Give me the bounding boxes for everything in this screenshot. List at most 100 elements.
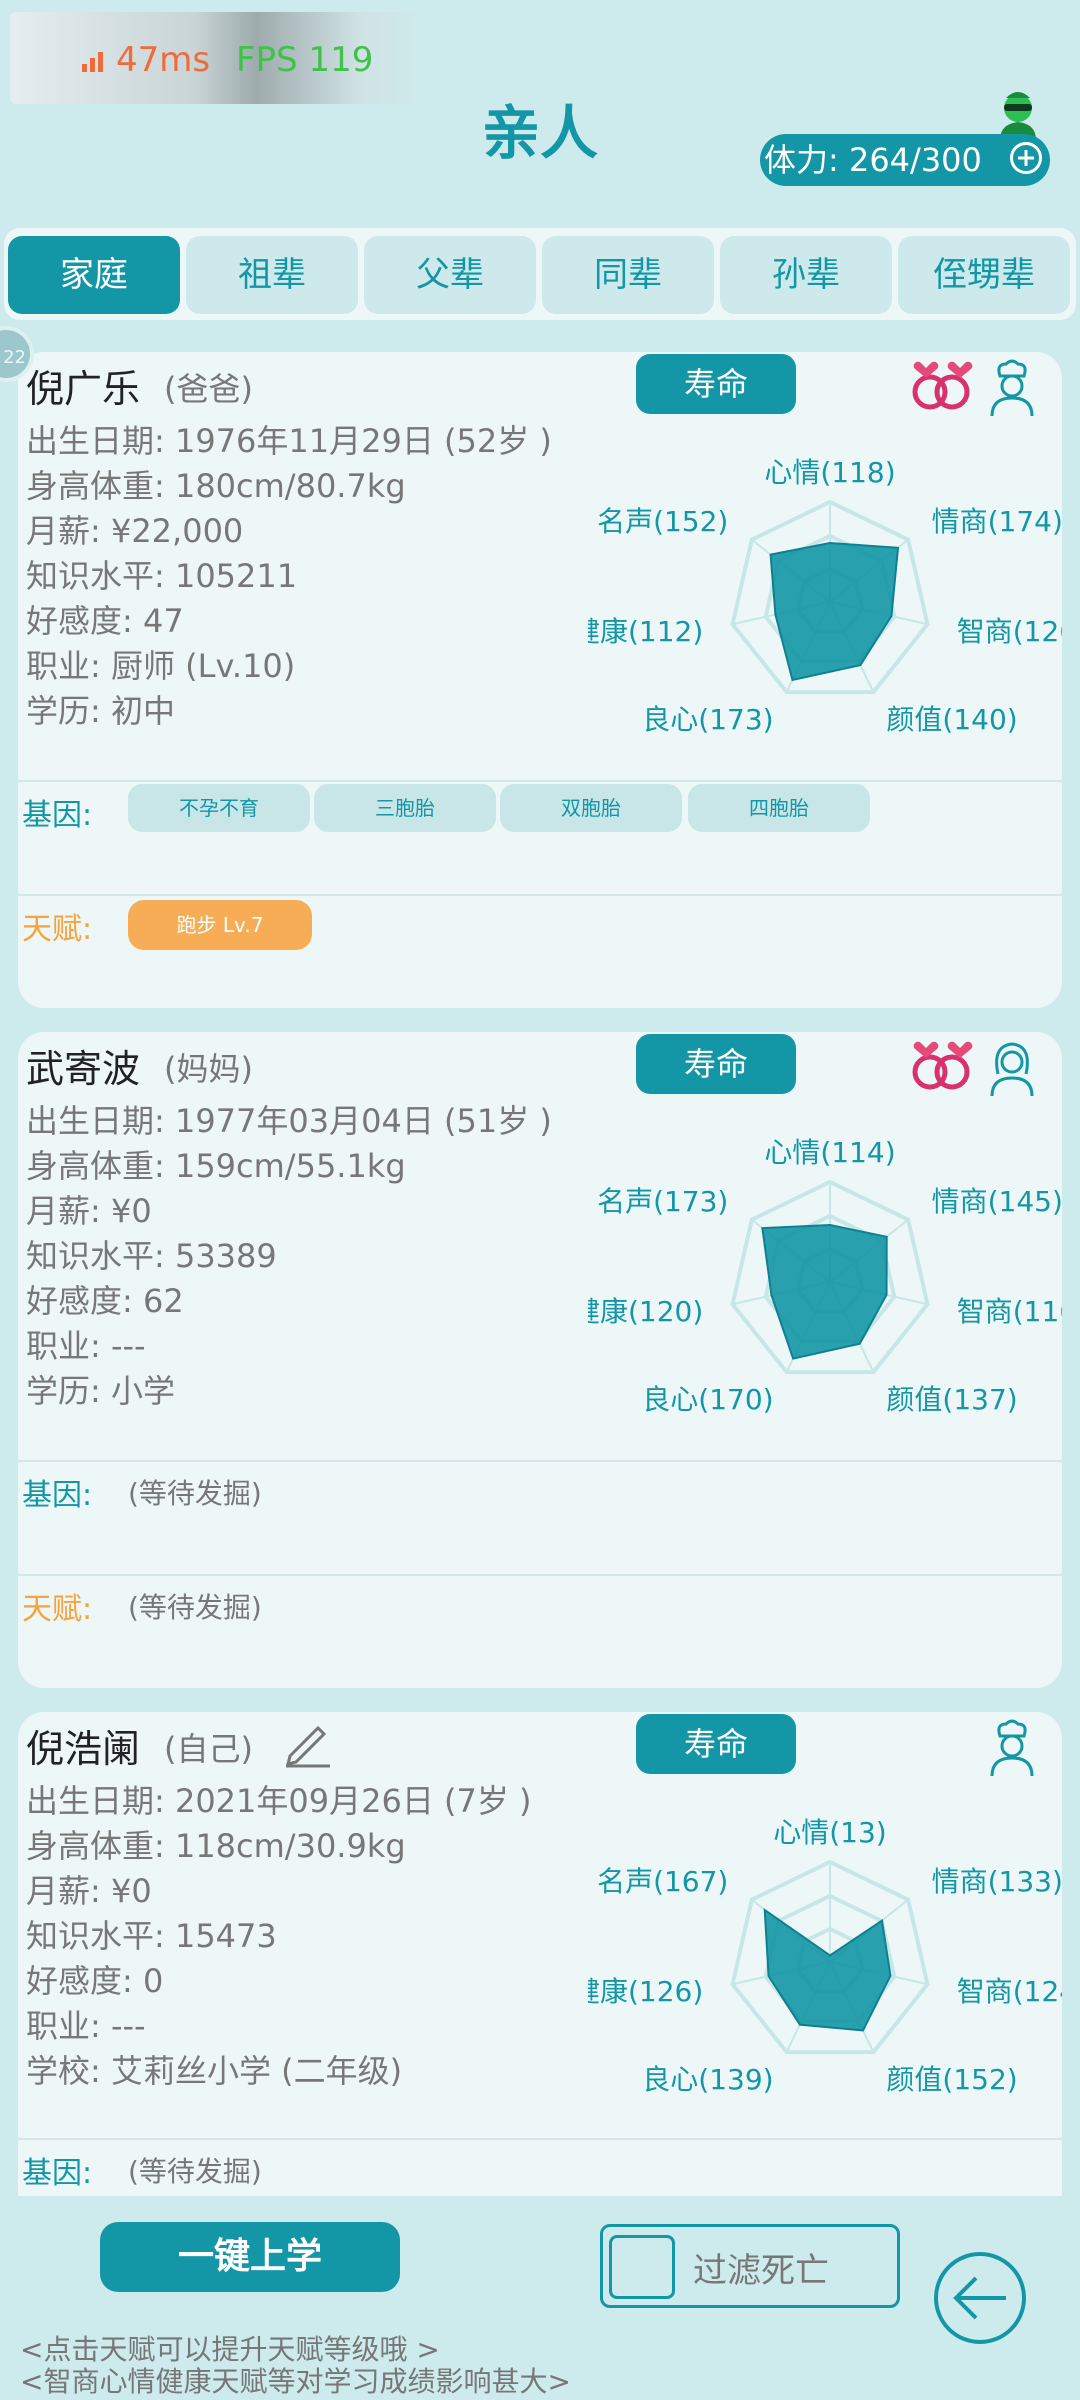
info-education: 学历: 初中 (26, 692, 175, 730)
radar-stat-label: 良心(173) (642, 703, 773, 736)
radar-stat-label: 颜值(140) (886, 703, 1017, 736)
marriage-rings-icon[interactable] (910, 356, 976, 412)
info-favor: 好感度: 47 (26, 602, 184, 640)
relative-name: 武寄波 (26, 1047, 141, 1091)
gene-label: 基因: (22, 2156, 93, 2191)
add-stamina-icon[interactable] (1010, 142, 1042, 174)
info-school: 学校: 艾莉丝小学 (二年级) (26, 2052, 403, 2090)
life-button[interactable]: 寿命 (636, 1034, 796, 1094)
relative-relation: (爸爸) (164, 370, 253, 408)
radar-stat-label: 健康(112) (588, 615, 703, 648)
gene-pending-text: (等待发掘) (128, 2155, 262, 2188)
talent-label: 天赋: (22, 1592, 93, 1627)
talent-chip[interactable]: 跑步 Lv.7 (128, 900, 312, 950)
radar-stat-label: 名声(167) (597, 1865, 728, 1898)
marriage-rings-icon[interactable] (910, 1036, 976, 1092)
info-knowledge: 知识水平: 53389 (26, 1237, 277, 1275)
filter-dead-label: 过滤死亡 (693, 2251, 829, 2291)
filter-dead-toggle[interactable]: 过滤死亡 (600, 2224, 900, 2308)
tab-parents[interactable]: 父辈 (364, 236, 536, 314)
stats-radar-chart: 心情(13) 情商(133) 智商(124) 颜值(152) 良心(139) 健康(126… (588, 1816, 1062, 2096)
info-job: 职业: --- (26, 2007, 146, 2045)
divider (18, 1460, 1062, 1462)
ping-text: 47ms (116, 40, 211, 80)
radar-stat-label: 心情(118) (764, 456, 895, 489)
radar-stat-label: 健康(120) (588, 1295, 703, 1328)
tab-family[interactable]: 家庭 (8, 236, 180, 314)
info-salary: 月薪: ¥0 (26, 1192, 152, 1230)
gene-label: 基因: (22, 798, 93, 833)
radar-stat-label: 健康(126) (588, 1975, 703, 2008)
radar-stat-label: 智商(126) (957, 615, 1062, 648)
info-height-weight: 身高体重: 118cm/30.9kg (26, 1827, 406, 1865)
gene-chip[interactable]: 三胞胎 (314, 784, 496, 832)
info-knowledge: 知识水平: 15473 (26, 1917, 277, 1955)
signal-icon (82, 52, 103, 72)
tab-nieces-nephews[interactable]: 侄甥辈 (898, 236, 1070, 314)
female-avatar-icon[interactable] (986, 1038, 1038, 1098)
filter-checkbox[interactable] (609, 2235, 675, 2299)
bottom-bar: 一键上学 过滤死亡 <点击天赋可以提升天赋等级哦 > <智商心情健康天赋等对学习… (0, 2196, 1080, 2400)
radar-stat-label: 智商(124) (957, 1975, 1062, 2008)
info-favor: 好感度: 62 (26, 1282, 184, 1320)
gene-chip[interactable]: 四胞胎 (688, 784, 870, 832)
stamina-bar: 体力: 264/300 (760, 134, 1050, 186)
tab-grandparents[interactable]: 祖辈 (186, 236, 358, 314)
life-button[interactable]: 寿命 (636, 1714, 796, 1774)
life-button[interactable]: 寿命 (636, 354, 796, 414)
talent-label: 天赋: (22, 912, 93, 947)
info-salary: 月薪: ¥22,000 (26, 512, 244, 550)
gene-label: 基因: (22, 1478, 93, 1513)
one-click-school-button[interactable]: 一键上学 (100, 2222, 400, 2292)
radar-stat-label: 名声(152) (597, 505, 728, 538)
divider (18, 2138, 1062, 2140)
stats-radar-chart: 心情(118) 情商(174) 智商(126) 颜值(140) 良心(173) 健康(11… (588, 456, 1062, 736)
talent-pending-text: (等待发掘) (128, 1591, 262, 1624)
radar-stat-label: 颜值(137) (886, 1383, 1017, 1416)
info-knowledge: 知识水平: 105211 (26, 557, 298, 595)
info-birthdate: 出生日期: 1977年03月04日 (51岁 ) (26, 1102, 552, 1140)
relative-name: 倪浩阑 (26, 1727, 141, 1771)
radar-value-area (761, 1223, 888, 1360)
radar-stat-label: 情商(133) (932, 1865, 1062, 1898)
divider (18, 780, 1062, 782)
chef-avatar-icon[interactable] (986, 358, 1038, 418)
info-job: 职业: --- (26, 1327, 146, 1365)
radar-stat-label: 良心(139) (642, 2063, 773, 2096)
info-height-weight: 身高体重: 180cm/80.7kg (26, 467, 406, 505)
radar-stat-label: 情商(174) (932, 505, 1062, 538)
stamina-text: 体力: 264/300 (764, 141, 982, 179)
tab-grandchildren[interactable]: 孙辈 (720, 236, 892, 314)
radar-stat-label: 心情(114) (764, 1136, 895, 1169)
fps-text: FPS 119 (236, 40, 374, 80)
info-education: 学历: 小学 (26, 1372, 175, 1410)
info-favor: 好感度: 0 (26, 1962, 164, 2000)
info-job: 职业: 厨师 (Lv.10) (26, 647, 296, 685)
male-avatar-icon[interactable] (986, 1718, 1038, 1778)
divider (18, 894, 1062, 896)
relative-card-self[interactable]: 倪浩阑 (自己) 寿命 出生日期: 2021年09月26日 (7岁 ) 身高体重… (18, 1712, 1062, 2252)
radar-stat-label: 名声(173) (597, 1185, 728, 1218)
relative-card-father[interactable]: 倪广乐 (爸爸) 寿命 出生日期: 1976年11月29日 (52岁 ) 身高体… (18, 352, 1062, 1008)
tab-siblings[interactable]: 同辈 (542, 236, 714, 314)
info-birthdate: 出生日期: 2021年09月26日 (7岁 ) (26, 1782, 532, 1820)
back-arrow-icon[interactable] (932, 2250, 1028, 2346)
radar-value-area (769, 541, 900, 682)
radar-stat-label: 良心(170) (642, 1383, 773, 1416)
relation-tabs: 家庭 祖辈 父辈 同辈 孙辈 侄甥辈 (4, 228, 1076, 320)
relative-name: 倪广乐 (26, 367, 141, 411)
gene-pending-text: (等待发掘) (128, 1477, 262, 1510)
divider (18, 1574, 1062, 1576)
radar-stat-label: 心情(13) (773, 1816, 886, 1849)
info-birthdate: 出生日期: 1976年11月29日 (52岁 ) (26, 422, 552, 460)
radar-stat-label: 颜值(152) (886, 2063, 1017, 2096)
radar-stat-label: 智商(116) (957, 1295, 1062, 1328)
relative-card-mother[interactable]: 武寄波 (妈妈) 寿命 出生日期: 1977年03月04日 (51岁 ) 身高体… (18, 1032, 1062, 1688)
gene-chip[interactable]: 双胞胎 (500, 784, 682, 832)
edit-pencil-icon[interactable] (282, 1716, 334, 1768)
relative-relation: (自己) (164, 1730, 253, 1768)
relative-relation: (妈妈) (164, 1050, 253, 1088)
player-avatar-icon[interactable] (996, 88, 1040, 140)
stats-radar-chart: 心情(114) 情商(145) 智商(116) 颜值(137) 良心(170) 健康(12… (588, 1136, 1062, 1416)
gene-chip[interactable]: 不孕不育 (128, 784, 310, 832)
